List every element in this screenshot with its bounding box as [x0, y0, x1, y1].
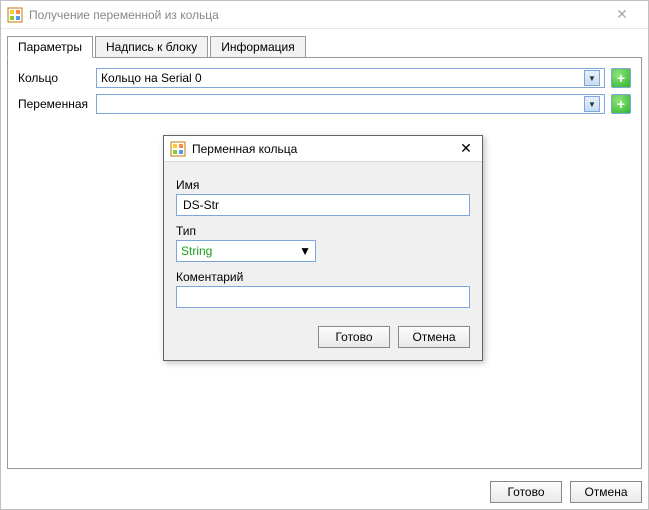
- cancel-button[interactable]: Отмена: [570, 481, 642, 503]
- window-title: Получение переменной из кольца: [29, 8, 602, 22]
- name-label: Имя: [176, 178, 470, 192]
- name-field[interactable]: [176, 194, 470, 216]
- row-variable: Переменная ▼ +: [18, 94, 631, 114]
- tab-label: Параметры: [18, 40, 82, 54]
- variable-dropdown[interactable]: ▼: [96, 94, 605, 114]
- row-ring: Кольцо Кольцо на Serial 0 ▼ +: [18, 68, 631, 88]
- plus-icon: +: [617, 97, 625, 111]
- tab-label: Информация: [221, 40, 294, 54]
- close-icon[interactable]: ✕: [456, 140, 476, 157]
- dialog-footer: Готово Отмена: [164, 312, 482, 360]
- tab-parameters[interactable]: Параметры: [7, 36, 93, 58]
- plus-icon: +: [617, 71, 625, 85]
- dialog-titlebar: Перменная кольца ✕: [164, 136, 482, 162]
- dialog-cancel-button[interactable]: Отмена: [398, 326, 470, 348]
- tab-block-label[interactable]: Надпись к блоку: [95, 36, 208, 58]
- type-value: String: [181, 244, 299, 258]
- type-label: Тип: [176, 224, 470, 238]
- chevron-down-icon[interactable]: ▼: [584, 96, 600, 112]
- tab-label: Надпись к блоку: [106, 40, 197, 54]
- add-ring-button[interactable]: +: [611, 68, 631, 88]
- main-footer: Готово Отмена: [1, 475, 648, 509]
- dialog-title: Перменная кольца: [192, 142, 456, 156]
- variable-label: Переменная: [18, 97, 90, 111]
- done-button[interactable]: Готово: [490, 481, 562, 503]
- comment-label: Коментарий: [176, 270, 470, 284]
- ring-value: Кольцо на Serial 0: [101, 71, 584, 85]
- ring-dropdown[interactable]: Кольцо на Serial 0 ▼: [96, 68, 605, 88]
- titlebar: Получение переменной из кольца ✕: [1, 1, 648, 29]
- add-variable-button[interactable]: +: [611, 94, 631, 114]
- ring-label: Кольцо: [18, 71, 90, 85]
- variable-dialog: Перменная кольца ✕ Имя Тип String ▼ Коме…: [163, 135, 483, 361]
- app-icon: [170, 141, 186, 157]
- chevron-down-icon[interactable]: ▼: [584, 70, 600, 86]
- tabstrip: Параметры Надпись к блоку Информация: [7, 35, 642, 57]
- tab-information[interactable]: Информация: [210, 36, 305, 58]
- type-dropdown[interactable]: String ▼: [176, 240, 316, 262]
- app-icon: [7, 7, 23, 23]
- chevron-down-icon[interactable]: ▼: [299, 244, 311, 258]
- close-icon[interactable]: ✕: [602, 6, 642, 23]
- dialog-done-button[interactable]: Готово: [318, 326, 390, 348]
- comment-field[interactable]: [176, 286, 470, 308]
- dialog-body: Имя Тип String ▼ Коментарий: [164, 162, 482, 312]
